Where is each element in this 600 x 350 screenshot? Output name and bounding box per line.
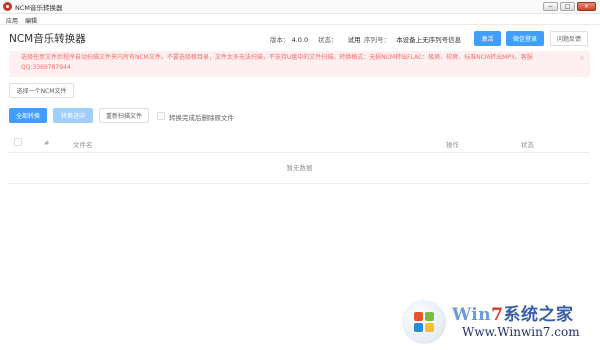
column-filename: 文件名 xyxy=(73,141,93,149)
version-value: 4.0.0 xyxy=(291,36,309,44)
window-controls: − □ × xyxy=(543,2,596,11)
watermark-url: Www.Winwin7.com xyxy=(462,325,580,339)
delete-original-label: 转换完成后删除原文件 xyxy=(169,114,234,122)
maximize-button[interactable]: □ xyxy=(560,2,575,11)
serial-info: 序列号： 本设备上无序列号信息 xyxy=(364,34,461,44)
page-title: NCM音乐转换器 xyxy=(9,33,86,45)
converting-button: 转换进中 xyxy=(53,108,93,123)
convert-all-button[interactable]: 全部转换 xyxy=(9,108,47,123)
file-table-header: # 文件名 操作 状态 xyxy=(9,133,590,153)
version-label: 版本： xyxy=(270,36,290,44)
rescan-button[interactable]: 重新扫描文件 xyxy=(99,108,149,123)
notice-text-line1: 选择任意文件后程序自动扫描文件夹内所有NCM文件。不要选择根目录，文件太多无法扫… xyxy=(21,54,533,61)
close-icon[interactable]: × xyxy=(579,54,585,62)
watermark-brand: Win7系统之家 xyxy=(452,305,574,325)
minimize-button[interactable]: − xyxy=(543,2,558,11)
menu-item-app[interactable]: 应用 xyxy=(6,16,18,25)
window-title: NCM音乐转换器 xyxy=(15,4,63,12)
serial-label: 序列号： xyxy=(364,36,390,44)
status-info: 状态： 试用 xyxy=(318,34,361,44)
status-value: 试用 xyxy=(347,36,361,44)
column-index: # xyxy=(44,139,50,147)
select-ncm-file-button[interactable]: 选择一个NCM文件 xyxy=(9,83,74,98)
column-status: 状态 xyxy=(521,141,534,149)
title-bar: NCM音乐转换器 − □ × xyxy=(0,0,600,14)
windows-logo-icon xyxy=(402,300,446,344)
wechat-login-button[interactable]: 微信登录 xyxy=(506,31,544,46)
version-info: 版本： 4.0.0 xyxy=(270,34,308,44)
menu-item-edit[interactable]: 编辑 xyxy=(25,16,37,25)
close-button[interactable]: × xyxy=(577,2,596,11)
column-action: 操作 xyxy=(446,141,459,149)
notice-alert: 选择任意文件后程序自动扫描文件夹内所有NCM文件。不要选择根目录，文件太多无法扫… xyxy=(9,51,590,77)
table-empty-text: 暂无数据 xyxy=(9,153,590,184)
feedback-button[interactable]: 问题反馈 xyxy=(550,31,588,46)
activate-button[interactable]: 激活 xyxy=(474,31,501,46)
app-logo-icon xyxy=(3,2,12,11)
select-all-checkbox[interactable] xyxy=(14,138,22,146)
site-watermark: Win7系统之家 Www.Winwin7.com xyxy=(400,298,596,346)
menu-bar: 应用 编辑 xyxy=(0,14,600,25)
status-label: 状态： xyxy=(318,36,338,44)
delete-original-checkbox[interactable] xyxy=(157,112,165,120)
serial-value: 本设备上无序列号信息 xyxy=(396,36,462,44)
notice-text-line2: QQ:3369787944 xyxy=(21,64,71,71)
